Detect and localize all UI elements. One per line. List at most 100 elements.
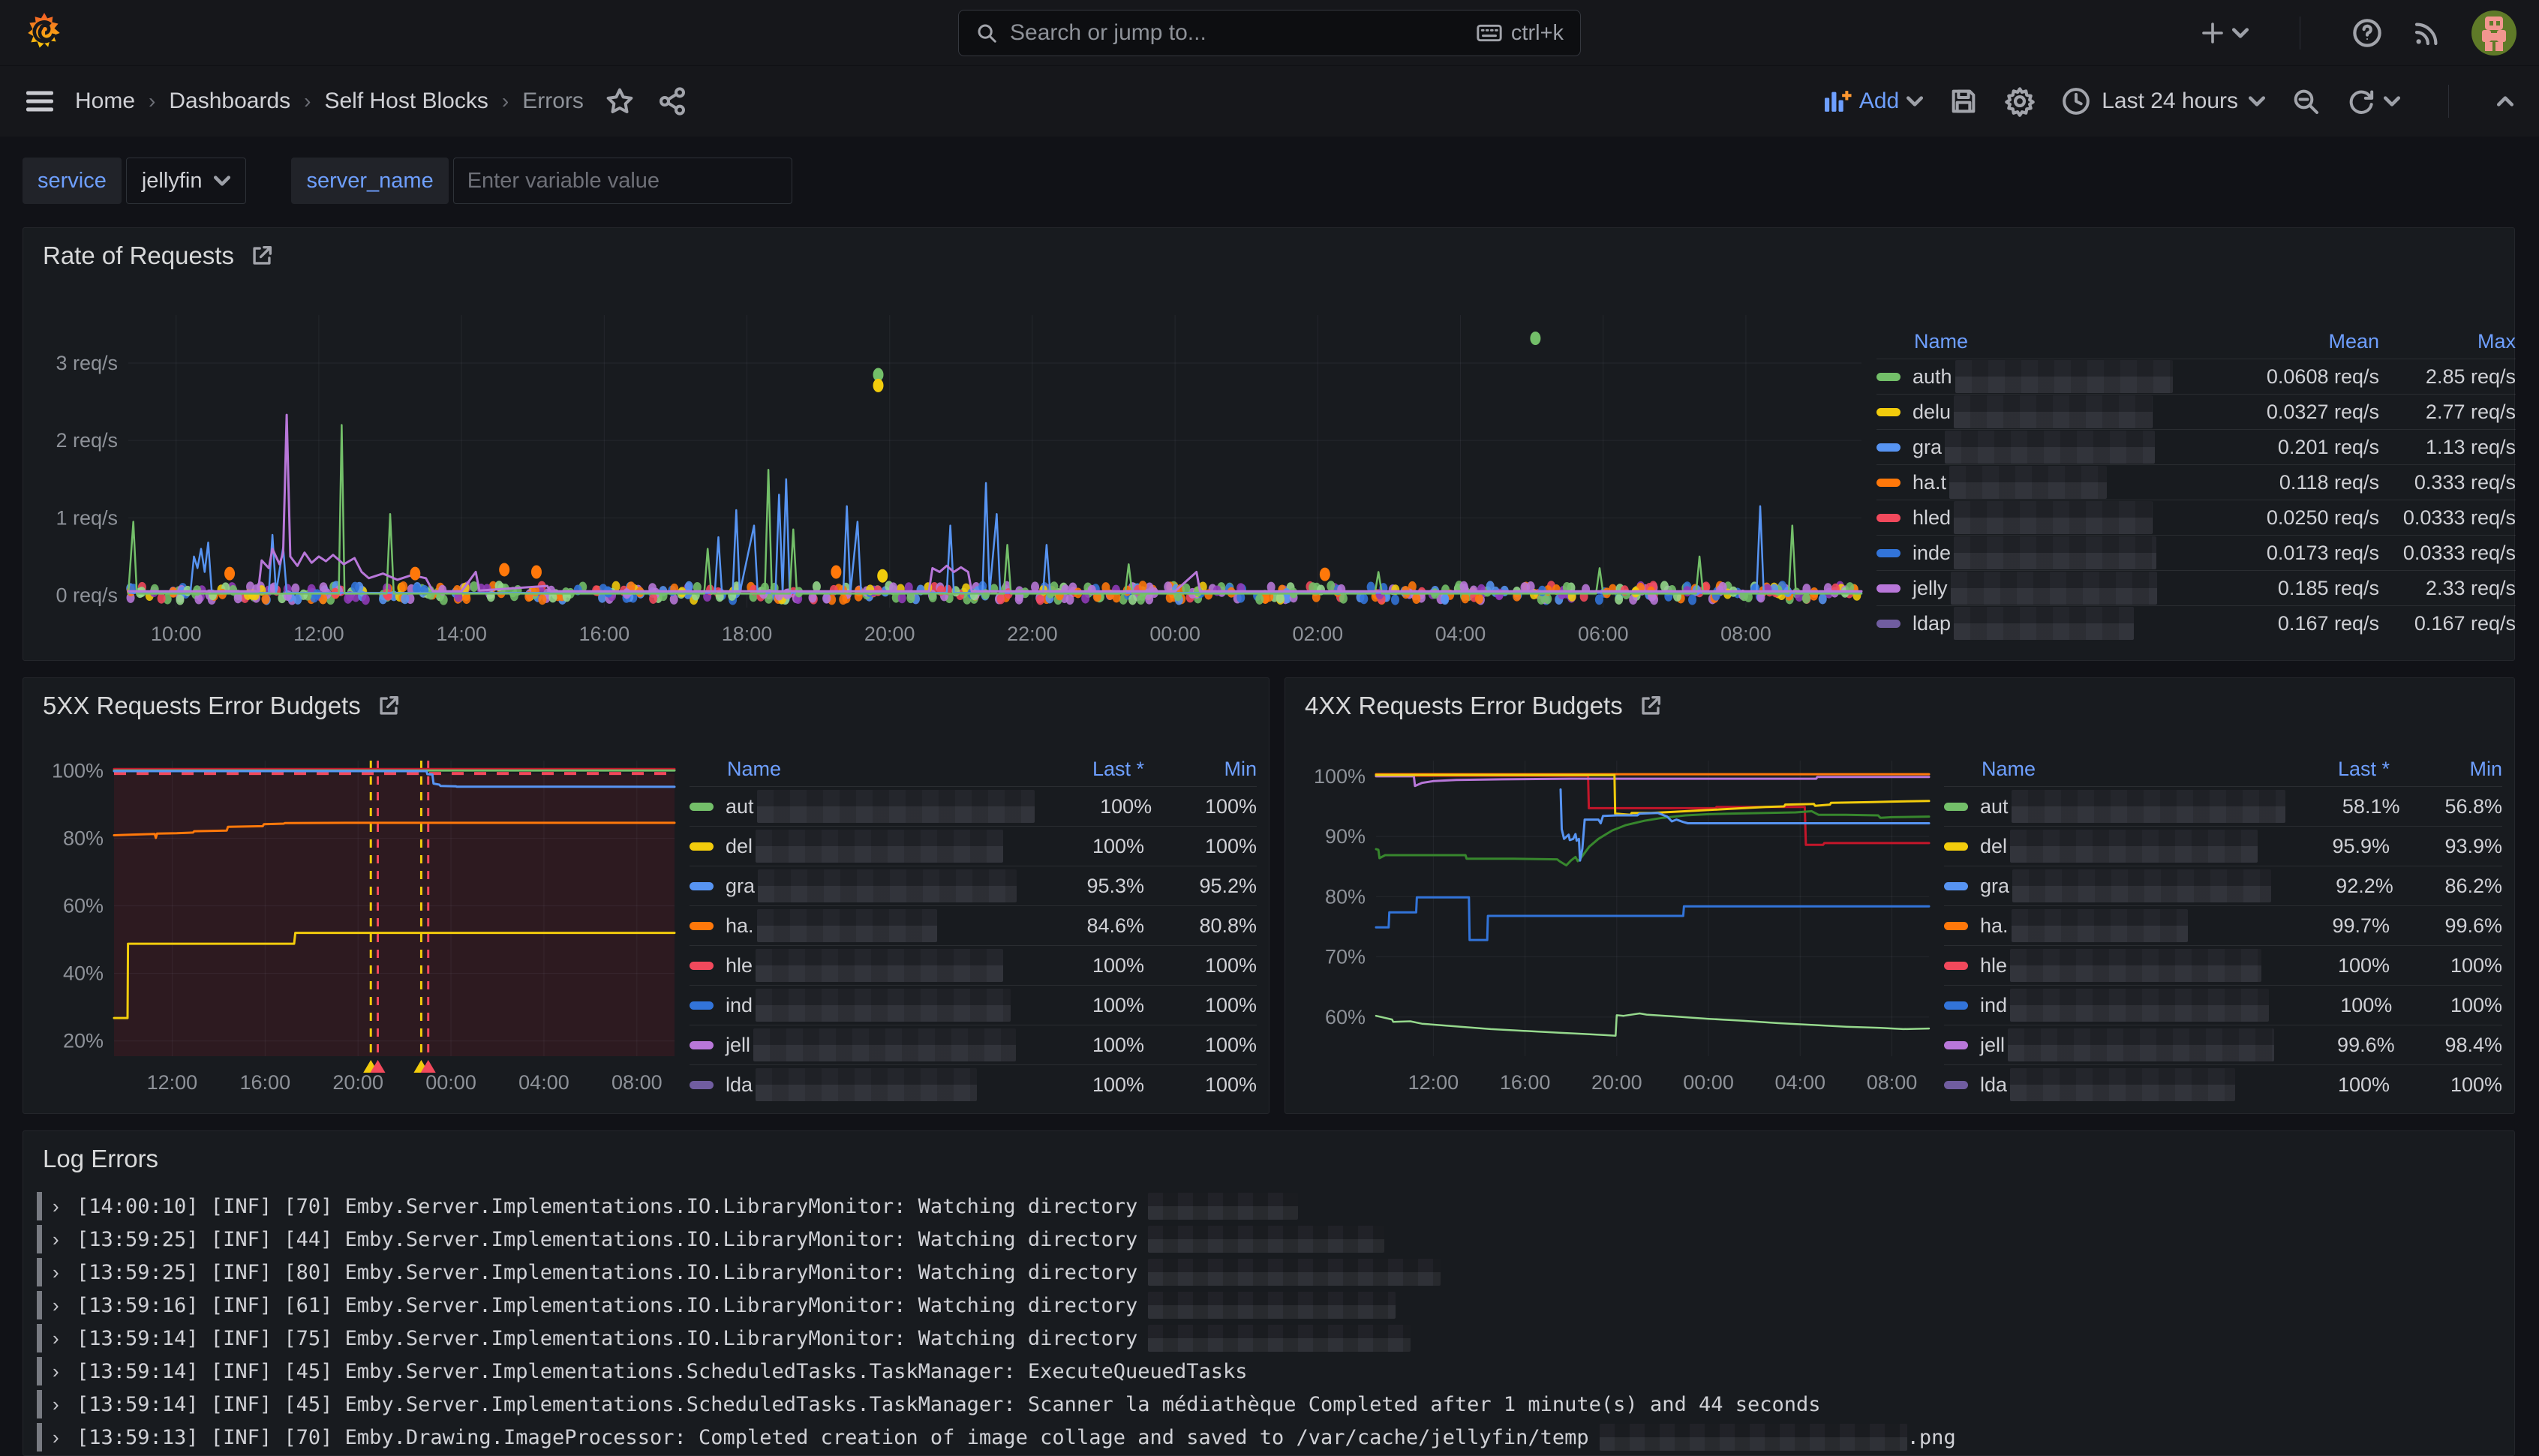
variable-service-select[interactable]: jellyfin [126,158,247,204]
legend-row[interactable]: ind100%100% [690,985,1257,1025]
legend-col-name[interactable]: Name [1876,330,1968,353]
legend-row[interactable]: gra92.2%86.2% [1944,866,2502,905]
legend-row[interactable]: gra95.3%95.2% [690,866,1257,905]
legend-row[interactable]: aut58.1%56.8% [1944,786,2502,826]
log-row[interactable]: ›[13:59:14] [INF] [45] Emby.Server.Imple… [37,1355,2501,1388]
panel-title[interactable]: Rate of Requests [43,242,275,270]
log-row[interactable]: ›[13:59:25] [INF] [80] Emby.Server.Imple… [37,1256,2501,1289]
series-value-2: 95.2% [1144,875,1257,898]
legend-col-name[interactable]: Name [1944,758,2036,781]
log-expand-icon[interactable]: › [53,1294,66,1317]
svg-text:08:00: 08:00 [1867,1071,1918,1094]
legend-row[interactable]: hle100%100% [690,945,1257,985]
timeseries-chart-5xx[interactable]: 12:0016:0020:0000:0004:0008:0020%40%60%8… [35,737,682,1109]
legend-row[interactable]: inde0.0173 req/s0.0333 req/s [1876,535,2516,570]
legend-row[interactable]: aut100%100% [690,786,1257,826]
series-value-2: 100% [2392,994,2502,1017]
news-rss-icon[interactable] [2411,17,2443,49]
panel-title[interactable]: Log Errors [43,1145,158,1173]
legend-row[interactable]: ha.99.7%99.6% [1944,905,2502,945]
log-row[interactable]: ›[13:59:13] [INF] [70] Emby.Drawing.Imag… [37,1421,2501,1454]
timeseries-chart-rate[interactable]: 10:0012:0014:0016:0018:0020:0022:0000:00… [40,293,1870,654]
time-range-picker[interactable]: Last 24 hours [2061,86,2265,116]
kiosk-chevron-up-icon[interactable] [2497,96,2513,107]
log-expand-icon[interactable]: › [53,1195,66,1218]
save-icon[interactable] [1949,86,1979,116]
settings-gear-icon[interactable] [2004,86,2036,117]
legend-row[interactable]: del95.9%93.9% [1944,826,2502,866]
panel-title[interactable]: 5XX Requests Error Budgets [43,692,401,720]
new-button[interactable] [2199,20,2249,47]
svg-text:00:00: 00:00 [1683,1071,1734,1094]
legend-col-1[interactable]: Last * [2264,758,2390,781]
log-expand-icon[interactable]: › [53,1327,66,1350]
legend-row[interactable]: delu0.0327 req/s2.77 req/s [1876,394,2516,429]
panel-title[interactable]: 4XX Requests Error Budgets [1305,692,1663,720]
series-color-pill [1876,584,1900,593]
legend-row[interactable]: jelly0.185 req/s2.33 req/s [1876,570,2516,605]
legend-row[interactable]: ldap0.167 req/s0.167 req/s [1876,605,2516,641]
external-link-icon[interactable] [249,243,275,269]
redacted-name [757,790,1035,823]
zoom-out-icon[interactable] [2291,86,2321,116]
breadcrumb-home[interactable]: Home [75,89,135,114]
log-level-bar [37,1423,42,1451]
variable-server-name-input[interactable] [453,158,792,204]
legend-col-1[interactable]: Mean [2205,330,2379,353]
legend-row[interactable]: lda100%100% [1944,1064,2502,1104]
legend-row[interactable]: gra0.201 req/s1.13 req/s [1876,429,2516,464]
log-expand-icon[interactable]: › [53,1360,66,1383]
external-link-icon[interactable] [376,693,401,719]
external-link-icon[interactable] [1638,693,1663,719]
redacted-name [758,869,1017,902]
global-search[interactable]: ctrl+k [958,10,1581,56]
series-color-pill [690,1001,714,1010]
legend-row[interactable]: ha.84.6%80.8% [690,905,1257,945]
log-row[interactable]: ›[13:59:14] [INF] [75] Emby.Server.Imple… [37,1322,2501,1355]
log-row[interactable]: ›[13:59:16] [INF] [61] Emby.Server.Imple… [37,1289,2501,1322]
series-name: ind [1980,994,2007,1017]
series-value-2: 2.77 req/s [2379,401,2516,424]
series-color-pill [690,882,714,890]
legend-col-2[interactable]: Min [2390,758,2502,781]
log-expand-icon[interactable]: › [53,1426,66,1449]
series-value-2: 80.8% [1144,914,1257,938]
log-expand-icon[interactable]: › [53,1393,66,1416]
help-icon[interactable] [2351,17,2383,49]
svg-text:22:00: 22:00 [1007,623,1058,645]
log-row[interactable]: ›[14:00:10] [INF] [70] Emby.Server.Imple… [37,1190,2501,1223]
legend-row[interactable]: jell99.6%98.4% [1944,1025,2502,1064]
search-input[interactable] [1010,20,1465,46]
legend-col-2[interactable]: Min [1144,758,1257,781]
legend-col-name[interactable]: Name [690,758,781,781]
legend-row[interactable]: hled0.0250 req/s0.0333 req/s [1876,500,2516,535]
timeseries-chart-4xx[interactable]: 12:0016:0020:0000:0004:0008:0060%70%80%9… [1297,737,1937,1109]
legend-row[interactable]: lda100%100% [690,1064,1257,1104]
star-icon[interactable] [605,86,635,116]
legend-row[interactable]: del100%100% [690,826,1257,866]
breadcrumb-dashboards[interactable]: Dashboards [169,89,290,114]
legend-row[interactable]: hle100%100% [1944,945,2502,985]
legend-row[interactable]: ind100%100% [1944,985,2502,1025]
variable-service-label: service [23,158,122,204]
breadcrumb-folder[interactable]: Self Host Blocks [324,89,488,114]
legend-row[interactable]: jell100%100% [690,1025,1257,1064]
refresh-button[interactable] [2346,86,2400,116]
legend-col-1[interactable]: Last * [1018,758,1144,781]
share-icon[interactable] [657,86,687,116]
redacted-text [1148,1325,1411,1352]
legend-col-2[interactable]: Max [2379,330,2516,353]
series-name: lda [1980,1073,2007,1097]
log-expand-icon[interactable]: › [53,1261,66,1284]
log-row[interactable]: ›[13:59:14] [INF] [45] Emby.Server.Imple… [37,1388,2501,1421]
mega-menu-icon[interactable] [26,90,54,113]
add-panel-button[interactable]: Add [1823,89,1923,114]
log-row[interactable]: ›[13:59:25] [INF] [44] Emby.Server.Imple… [37,1223,2501,1256]
legend-row[interactable]: ha.t0.118 req/s0.333 req/s [1876,464,2516,500]
user-avatar[interactable] [2471,11,2516,56]
legend-row[interactable]: auth0.0608 req/s2.85 req/s [1876,359,2516,394]
grafana-logo-icon[interactable] [23,11,66,55]
panel-title-text: Rate of Requests [43,242,234,270]
search-shortcut: ctrl+k [1477,21,1564,46]
log-expand-icon[interactable]: › [53,1228,66,1251]
